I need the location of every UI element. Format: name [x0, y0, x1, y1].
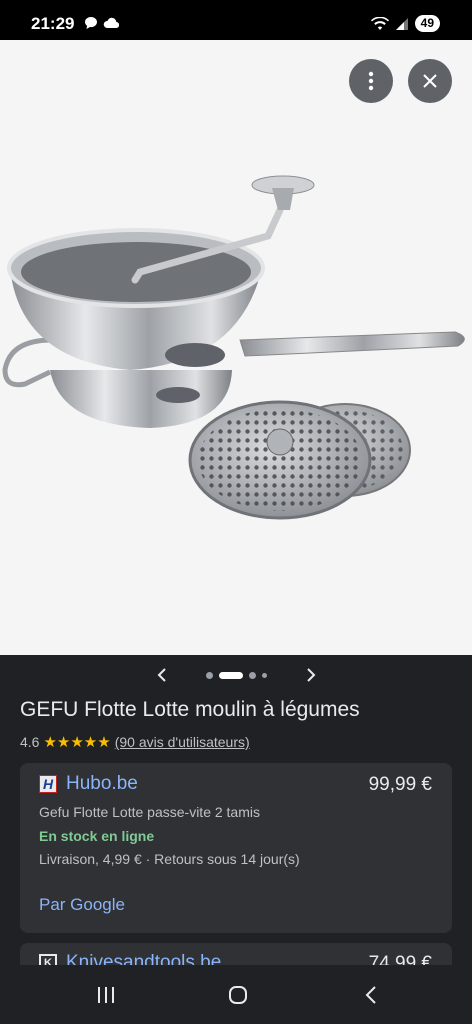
recent-apps-icon: [98, 987, 114, 1003]
offer-list-clip: K Knivesandtools.be 74,99 €: [0, 0, 472, 965]
store-logo-icon: K: [39, 954, 57, 965]
recent-apps-button[interactable]: [91, 981, 121, 1009]
store-name-link[interactable]: Knivesandtools.be: [66, 952, 221, 965]
back-button[interactable]: [356, 981, 386, 1009]
store-logo-letter: K: [44, 957, 52, 965]
home-icon: [229, 986, 247, 1004]
offer-card[interactable]: K Knivesandtools.be 74,99 €: [20, 943, 452, 965]
system-navigation-bar: [0, 965, 472, 1024]
home-button[interactable]: [223, 981, 253, 1009]
offer-price: 74,99 €: [368, 953, 432, 965]
back-icon: [365, 986, 376, 1004]
